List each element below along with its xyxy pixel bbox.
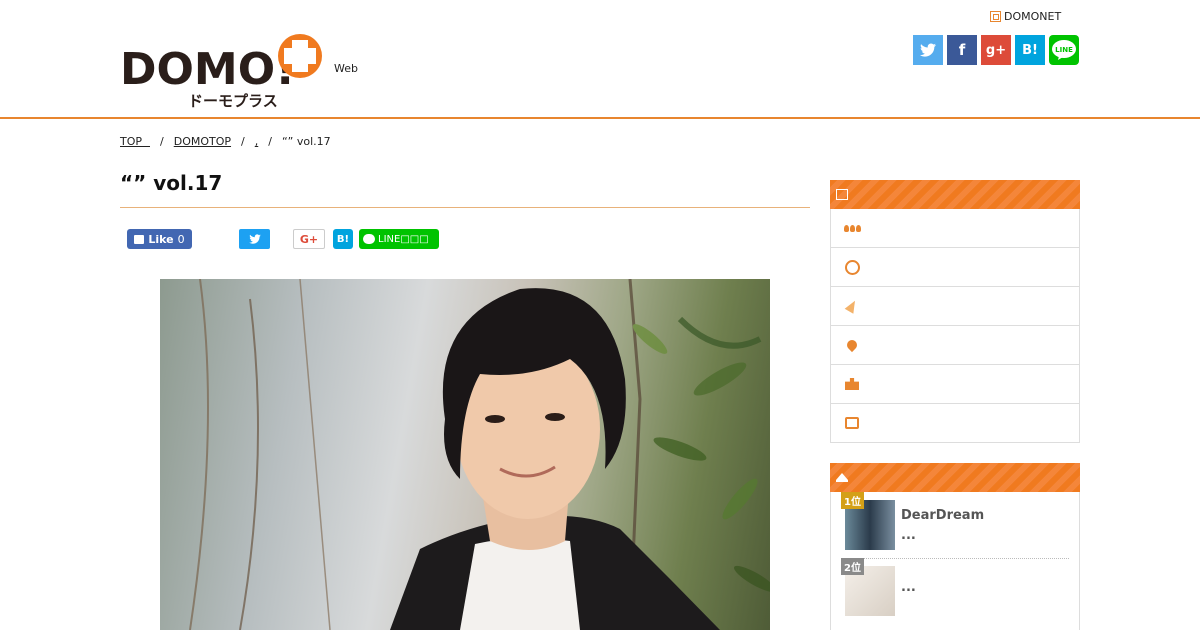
building-icon	[844, 376, 860, 392]
breadcrumb-separator: /	[160, 135, 164, 148]
ranking-title: DearDream ...	[901, 508, 985, 543]
google-plus-button[interactable]: g+	[981, 35, 1011, 65]
people-icon	[843, 220, 861, 236]
line-button[interactable]: LINE	[1049, 35, 1079, 65]
breadcrumb-domotop[interactable]: DOMOTOP	[174, 135, 231, 148]
line-icon: LINE	[1052, 40, 1076, 60]
site-tag: Web	[334, 62, 358, 75]
search-book-icon	[836, 189, 848, 200]
hatena-bookmark-button[interactable]: B!	[333, 229, 353, 249]
menu-item-building[interactable]	[830, 365, 1080, 404]
twitter-icon	[920, 43, 936, 57]
party-icon	[844, 298, 860, 314]
fb-like-count: 0	[177, 232, 185, 246]
logo-jp-text: ドーモプラス	[188, 92, 278, 110]
menu-item-party[interactable]	[830, 287, 1080, 326]
domonet-label: DOMONET	[1004, 10, 1062, 23]
ranking-title: ...	[901, 580, 916, 595]
svg-text:LINE: LINE	[1055, 46, 1073, 54]
logo-text: DOMO!	[120, 44, 295, 95]
external-link-icon	[990, 11, 1001, 22]
portrait-illustration	[189, 279, 770, 630]
article-title: “” vol.17	[120, 171, 810, 208]
twitter-icon	[248, 234, 261, 244]
sidebar-ranking: 1位 DearDream ... 2位 ...	[830, 463, 1080, 630]
fb-like-label: Like	[148, 232, 174, 246]
ranking-header	[830, 463, 1080, 492]
line-share-label: LINE□□□	[378, 233, 429, 245]
line-share-button[interactable]: LINE□□□	[359, 229, 439, 249]
google-plus-share-button[interactable]: G+	[293, 229, 325, 249]
facebook-like-button[interactable]: Like 0	[127, 229, 192, 249]
social-links: f g+ B! LINE	[913, 35, 1079, 65]
hatena-button[interactable]: B!	[1015, 35, 1045, 65]
share-row: Like 0 G+ B! LINE□□□	[127, 229, 439, 249]
rank-badge: 1位	[841, 492, 864, 509]
menu-item-books[interactable]	[830, 404, 1080, 443]
thumbs-up-icon	[134, 234, 145, 244]
ranking-list: 1位 DearDream ... 2位 ...	[830, 492, 1080, 630]
twitter-button[interactable]	[913, 35, 943, 65]
rank-badge: 2位	[841, 558, 864, 575]
books-icon	[844, 415, 860, 431]
hatena-icon: B!	[1022, 42, 1038, 58]
facebook-icon: f	[958, 41, 966, 59]
google-plus-icon: g+	[985, 42, 1007, 58]
sidebar-menu	[830, 180, 1080, 443]
facebook-button[interactable]: f	[947, 35, 977, 65]
breadcrumb-category[interactable]: ,	[255, 135, 259, 148]
site-header: DOMO! ドーモプラス Web DOMONET f g+ B! LINE	[0, 0, 1200, 119]
article-main-photo	[160, 279, 770, 630]
hatena-icon: B!	[336, 233, 350, 245]
map-pin-icon	[844, 337, 860, 353]
domo-plus-logo[interactable]: DOMO! ドーモプラス	[120, 32, 325, 110]
tweet-button[interactable]	[239, 229, 270, 249]
menu-item-people[interactable]	[830, 209, 1080, 248]
ranking-divider	[841, 558, 1069, 559]
breadcrumb: TOP / DOMOTOP / , / “” vol.17	[120, 135, 331, 148]
line-bubble-icon	[363, 234, 375, 244]
clock-icon	[844, 259, 860, 275]
breadcrumb-current: “” vol.17	[281, 135, 331, 148]
breadcrumb-top[interactable]: TOP	[120, 135, 142, 148]
domonet-link[interactable]: DOMONET	[990, 10, 1061, 23]
breadcrumb-separator: /	[268, 135, 272, 148]
breadcrumb-separator: /	[241, 135, 245, 148]
menu-item-location[interactable]	[830, 326, 1080, 365]
google-plus-icon: G+	[299, 232, 319, 246]
menu-item-clock[interactable]	[830, 248, 1080, 287]
crown-icon	[836, 473, 848, 482]
sidebar-menu-header	[830, 180, 1080, 209]
